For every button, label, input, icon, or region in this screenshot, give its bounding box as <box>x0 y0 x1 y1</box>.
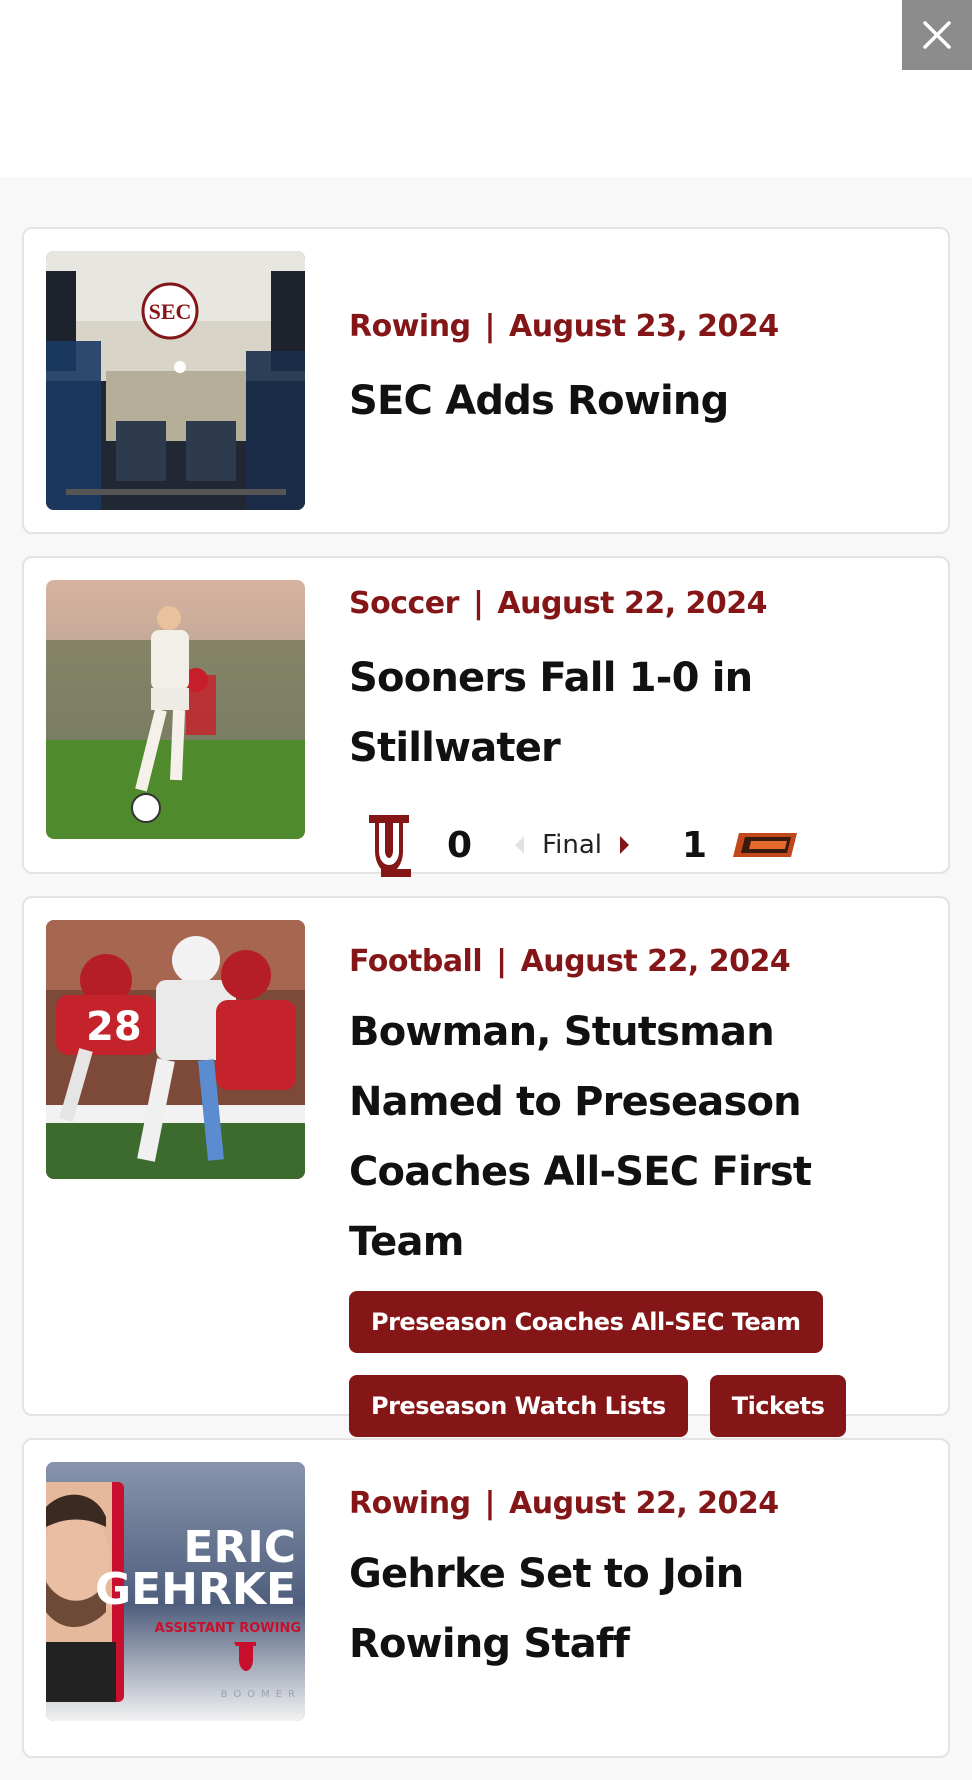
tag-preseason-coaches-all-sec-team[interactable]: Preseason Coaches All-SEC Team <box>349 1291 823 1353</box>
tag-preseason-watch-lists[interactable]: Preseason Watch Lists <box>349 1375 688 1437</box>
article-headline[interactable]: Bowman, Stutsman Named to Preseason Coac… <box>349 997 889 1277</box>
date-label: August 22, 2024 <box>509 1486 779 1521</box>
date-label: August 23, 2024 <box>509 309 779 344</box>
close-icon <box>923 21 951 49</box>
article-meta: Rowing | August 22, 2024 <box>349 1486 926 1521</box>
sec-rowing-gym-photo[interactable]: SEC <box>46 251 305 510</box>
meta-separator: | <box>484 1486 496 1521</box>
date-label: August 22, 2024 <box>497 586 768 621</box>
ou-logo-icon <box>369 815 411 877</box>
svg-text:28: 28 <box>86 1004 142 1050</box>
soccer-illustration <box>46 580 305 839</box>
related-tags: Preseason Coaches All-SEC Team Preseason… <box>349 1291 869 1437</box>
meta-separator: | <box>496 944 507 979</box>
sport-label: Football <box>349 944 483 979</box>
eric-gehrke-graphic[interactable]: ERIC GEHRKE ASSISTANT ROWING BOOMER <box>46 1462 305 1721</box>
news-card[interactable]: ERIC GEHRKE ASSISTANT ROWING BOOMER Rowi… <box>22 1438 950 1758</box>
chevron-right-icon[interactable] <box>618 834 632 856</box>
game-status: Final <box>542 830 602 860</box>
news-card[interactable]: 28 Football | August 22, 2024 Bowman, St… <box>22 896 950 1437</box>
gehrke-graphic-illustration: ERIC GEHRKE ASSISTANT ROWING BOOMER <box>46 1462 305 1721</box>
article-headline[interactable]: SEC Adds Rowing <box>349 366 926 436</box>
home-score: 0 <box>447 824 473 866</box>
meta-separator: | <box>484 309 496 344</box>
close-button[interactable] <box>902 0 972 70</box>
osu-logo-icon <box>733 833 798 857</box>
away-score: 1 <box>681 824 708 866</box>
svg-text:BOOMER: BOOMER <box>221 1689 301 1700</box>
article-meta: Football | August 22, 2024 <box>349 944 926 979</box>
tag-tickets[interactable]: Tickets <box>709 1375 847 1437</box>
date-label: August 22, 2024 <box>520 944 791 979</box>
article-meta: Soccer | August 22, 2024 <box>349 586 926 621</box>
soccer-player-photo[interactable] <box>46 580 305 839</box>
football-illustration: 28 <box>46 920 305 1179</box>
sport-label: Soccer <box>349 586 459 621</box>
gym-illustration: SEC <box>46 251 305 510</box>
game-score[interactable]: 0 Final 1 <box>349 805 926 885</box>
top-bar <box>0 0 972 177</box>
svg-text:GEHRKE: GEHRKE <box>95 1564 296 1615</box>
article-headline[interactable]: Sooners Fall 1-0 in Stillwater <box>349 643 926 783</box>
meta-separator: | <box>472 586 484 621</box>
sport-label: Rowing <box>349 309 471 344</box>
news-card[interactable]: Soccer | August 22, 2024 Sooners Fall 1-… <box>22 556 950 877</box>
svg-text:ASSISTANT ROWING: ASSISTANT ROWING <box>155 1621 301 1636</box>
article-meta: Rowing | August 23, 2024 <box>349 309 926 344</box>
news-card[interactable]: SEC Rowing | August 23, 2024 SEC Adds Ro… <box>22 227 950 534</box>
news-list: SEC Rowing | August 23, 2024 SEC Adds Ro… <box>22 227 950 1780</box>
chevron-left-icon[interactable] <box>512 834 526 856</box>
article-headline[interactable]: Gehrke Set to Join Rowing Staff <box>349 1539 889 1679</box>
football-tackle-photo[interactable]: 28 <box>46 920 305 1179</box>
sport-label: Rowing <box>349 1486 471 1521</box>
svg-text:SEC: SEC <box>149 299 192 324</box>
